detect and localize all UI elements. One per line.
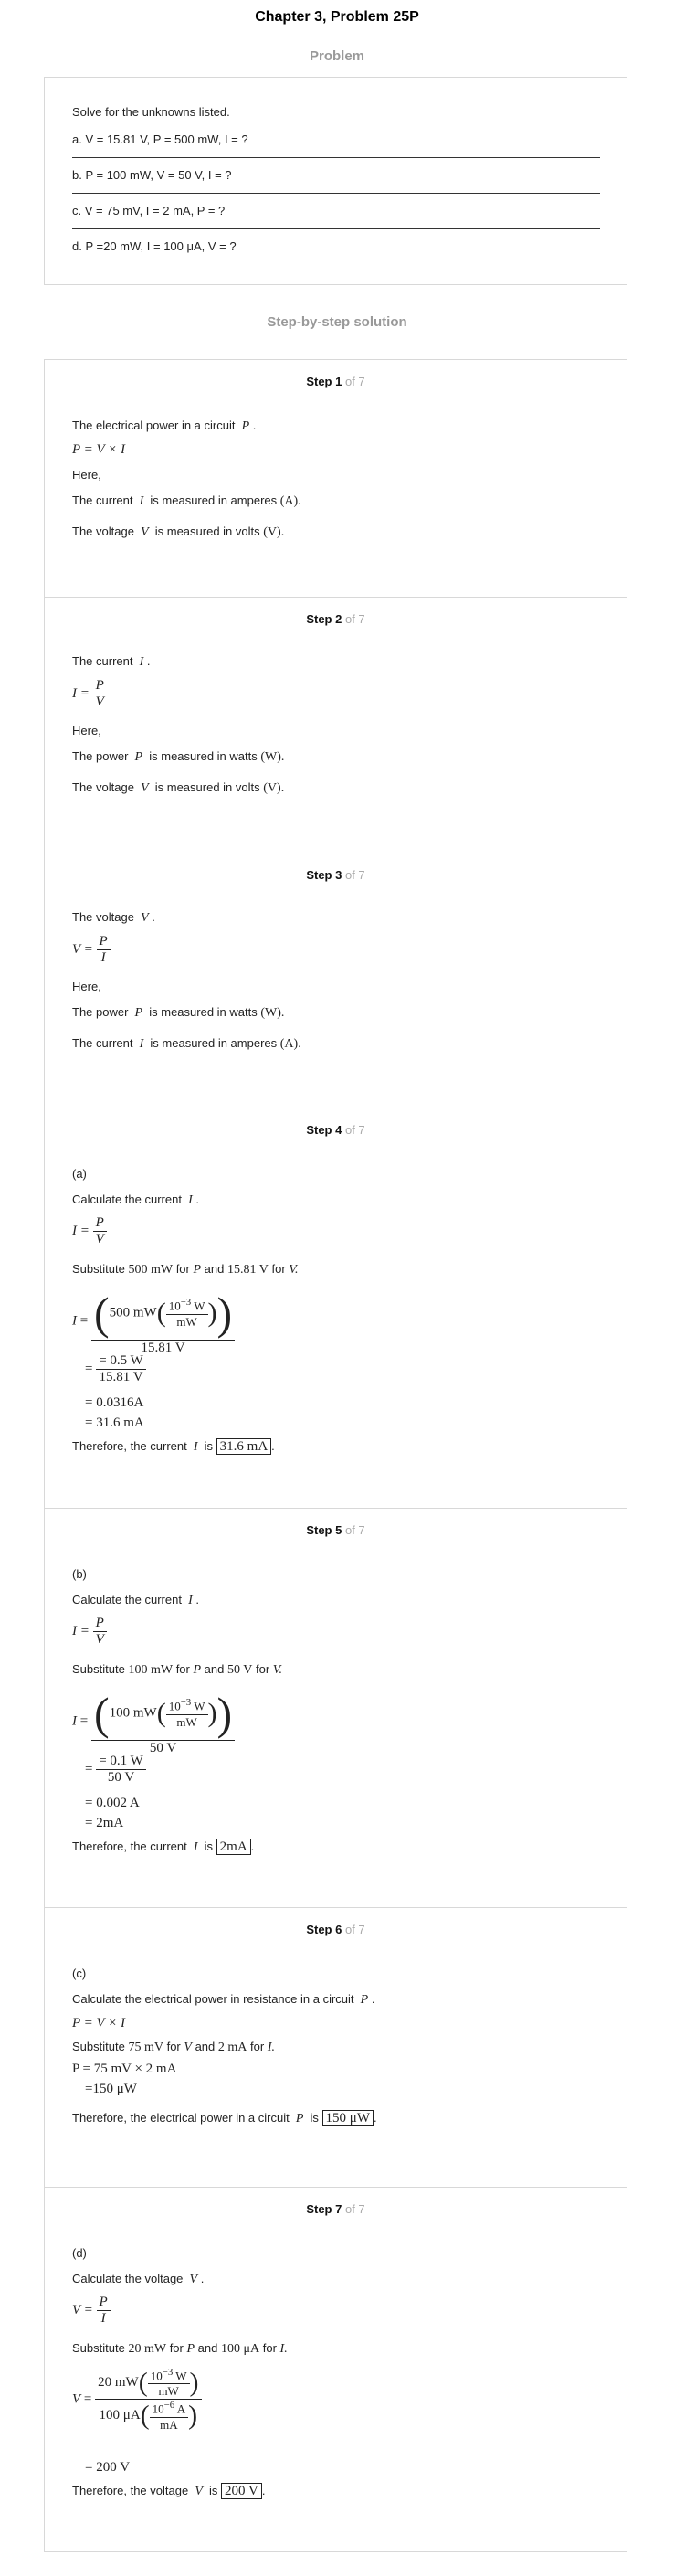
formula-substituted: I = (100 mW(10−3 WmW)) 50 V [72, 1687, 236, 1756]
formula: I = PV [72, 1215, 107, 1247]
answer-line: Therefore, the current I is 2mA. [72, 1839, 255, 1855]
part-label: (b) [72, 1567, 87, 1581]
answer-box: 150 μW [321, 2110, 374, 2126]
answer-box: 2mA [216, 1839, 251, 1855]
step-text: Calculate the electrical power in resist… [72, 1992, 375, 2007]
formula: I = PV [72, 1616, 107, 1648]
part-label: (a) [72, 1167, 87, 1181]
answer-box: 31.6 mA [216, 1438, 272, 1455]
problem-item-d: d. P =20 mW, I = 100 μA, V = ? [72, 239, 237, 253]
work-line: = = 0.5 W 15.81 V [85, 1353, 146, 1385]
solution-heading: Step-by-step solution [267, 314, 407, 330]
problem-item-c: c. V = 75 mV, I = 2 mA, P = ? [72, 204, 226, 217]
step-header: Step 4 of 7 [306, 1123, 365, 1137]
work-line: = = 0.1 W 50 V [85, 1754, 146, 1786]
formula: V = PI [72, 2295, 111, 2327]
step-text: The voltage V is measured in volts (V). [72, 780, 285, 795]
step-text: The voltage V is measured in volts (V). [72, 525, 285, 539]
substitute-text: Substitute 500 mW for P and 15.81 V for … [72, 1262, 299, 1277]
step-text: The current I is measured in amperes (A)… [72, 1036, 301, 1051]
step-6: Step 6 of 7 (c) Calculate the electrical… [44, 1907, 627, 2187]
step-header: Step 7 of 7 [306, 2202, 365, 2216]
answer-line: Therefore, the electrical power in a cir… [72, 2110, 377, 2126]
problem-item-a: a. V = 15.81 V, P = 500 mW, I = ? [72, 133, 248, 146]
answer-box: 200 V [221, 2483, 262, 2499]
step-text: Calculate the current I . [72, 1193, 199, 1207]
step-header: Step 3 of 7 [306, 868, 365, 882]
problem-box: Solve for the unknowns listed. a. V = 15… [44, 77, 627, 285]
step-text: Calculate the voltage V . [72, 2272, 205, 2286]
formula: I = PV [72, 678, 107, 710]
formula-substituted: I = (500 mW(10−3 WmW)) 15.81 V [72, 1287, 236, 1356]
work-line: =150 μW [85, 2082, 137, 2096]
step-2: Step 2 of 7 The current I . I = PV Here,… [44, 597, 627, 853]
step-1: Step 1 of 7 The electrical power in a ci… [44, 359, 627, 597]
substitute-text: Substitute 20 mW for P and 100 μA for I. [72, 2341, 288, 2356]
divider [72, 228, 600, 229]
step-text: The current I is measured in amperes (A)… [72, 493, 301, 508]
step-5: Step 5 of 7 (b) Calculate the current I … [44, 1508, 627, 1907]
problem-intro: Solve for the unknowns listed. [72, 105, 230, 119]
problem-heading: Problem [309, 48, 364, 64]
divider [72, 157, 600, 158]
formula: P = V × I [72, 2016, 126, 2030]
step-header: Step 6 of 7 [306, 1923, 365, 1936]
step-header: Step 1 of 7 [306, 375, 365, 388]
step-text: Here, [72, 980, 101, 993]
step-header: Step 2 of 7 [306, 612, 365, 626]
step-text: The voltage V . [72, 910, 155, 925]
formula: P = V × I [72, 442, 126, 457]
formula-substituted: V = 20 mW(10−3 WmW) 100 μA(10−6 AmA) [72, 2367, 202, 2433]
step-4: Step 4 of 7 (a) Calculate the current I … [44, 1108, 627, 1508]
step-3: Step 3 of 7 The voltage V . V = PI Here,… [44, 853, 627, 1108]
work-line: = 0.0316A [85, 1395, 144, 1410]
step-7: Step 7 of 7 (d) Calculate the voltage V … [44, 2187, 627, 2552]
step-text: The current I . [72, 654, 151, 669]
divider [72, 193, 600, 194]
formula: V = PI [72, 934, 111, 966]
step-text: The electrical power in a circuit P . [72, 419, 257, 433]
answer-line: Therefore, the voltage V is 200 V. [72, 2483, 266, 2499]
part-label: (c) [72, 1966, 87, 1980]
answer-line: Therefore, the current I is 31.6 mA. [72, 1438, 275, 1455]
step-text: The power P is measured in watts (W). [72, 1005, 285, 1020]
work-line: = 2mA [85, 1816, 124, 1830]
step-text: Here, [72, 724, 101, 737]
step-text: Calculate the current I . [72, 1593, 199, 1607]
problem-item-b: b. P = 100 mW, V = 50 V, I = ? [72, 168, 232, 182]
step-header: Step 5 of 7 [306, 1523, 365, 1537]
work-line: P = 75 mV × 2 mA [72, 2062, 177, 2076]
work-line: = 31.6 mA [85, 1415, 144, 1430]
part-label: (d) [72, 2246, 87, 2260]
substitute-text: Substitute 100 mW for P and 50 V for V. [72, 1662, 283, 1677]
work-line: = 200 V [85, 2460, 131, 2475]
step-text: The power P is measured in watts (W). [72, 749, 285, 764]
work-line: = 0.002 A [85, 1796, 140, 1810]
substitute-text: Substitute 75 mV for V and 2 mA for I. [72, 2040, 275, 2054]
step-text: Here, [72, 468, 101, 482]
page-title: Chapter 3, Problem 25P [255, 9, 419, 25]
